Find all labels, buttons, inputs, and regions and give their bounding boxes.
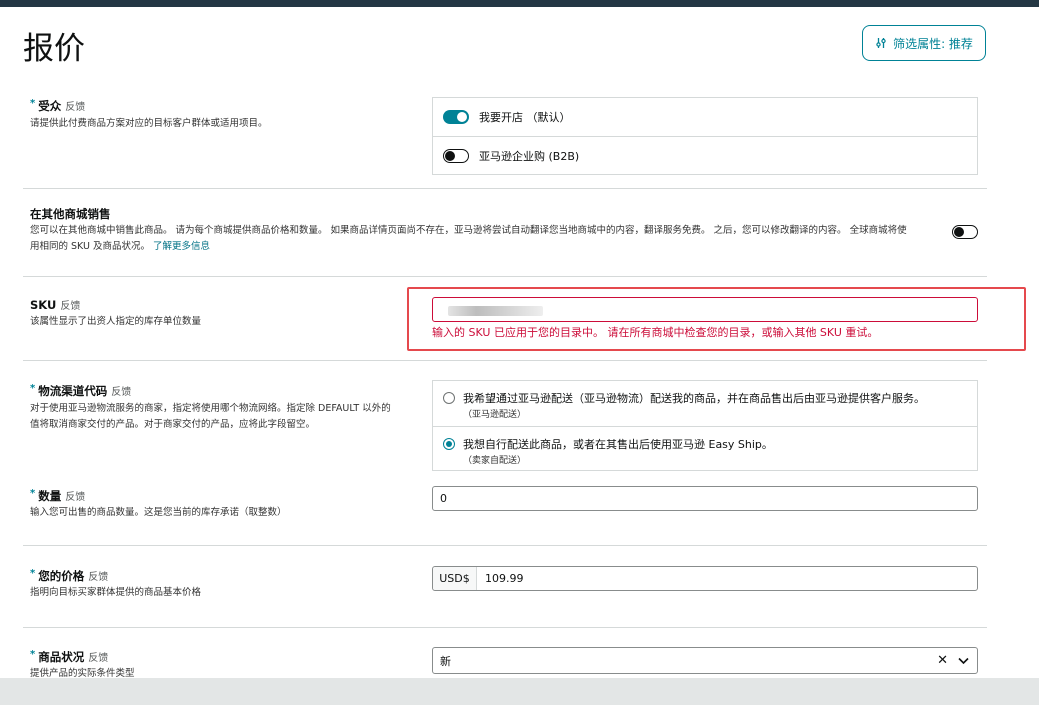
section-divider — [23, 627, 987, 628]
audience-option-label: 我要开店 （默认） — [479, 111, 571, 124]
quantity-input[interactable]: 0 — [432, 486, 978, 511]
filter-attributes-label: 筛选属性: 推荐 — [893, 36, 973, 51]
currency-prefix: USD$ — [433, 567, 477, 590]
section-divider — [23, 276, 987, 277]
audience-option-b2b[interactable]: 亚马逊企业购 (B2B) — [433, 137, 977, 175]
sku-label: SKU 反馈 — [30, 298, 81, 312]
other-stores-description: 您可以在其他商城中销售此商品。 请为每个商城提供商品价格和数量。 如果商品详情页… — [30, 225, 907, 252]
section-divider — [23, 360, 987, 361]
condition-label: * 商品状况 反馈 — [30, 649, 109, 664]
sku-description: 该属性显示了出资人指定的库存单位数量 — [30, 316, 202, 327]
section-divider — [23, 545, 987, 546]
quantity-feedback-link[interactable]: 反馈 — [65, 492, 85, 503]
fulfillment-description: 对于使用亚马逊物流服务的商家，指定将使用哪个物流网络。指定除 DEFAULT 以… — [30, 403, 391, 430]
audience-feedback-link[interactable]: 反馈 — [65, 102, 85, 113]
clear-icon[interactable]: ✕ — [937, 653, 948, 668]
condition-value: 新 — [440, 654, 451, 668]
audience-options-box: 我要开店 （默认） 亚马逊企业购 (B2B) — [432, 97, 978, 175]
fulfillment-options-box: 我希望通过亚马逊配送（亚马逊物流）配送我的商品，并在商品售出后由亚马逊提供客户服… — [432, 380, 978, 471]
chevron-down-icon[interactable] — [958, 657, 969, 665]
fulfillment-option-label: 我希望通过亚马逊配送（亚马逊物流）配送我的商品，并在商品售出后由亚马逊提供客户服… — [463, 392, 925, 405]
price-input[interactable]: USD$ 109.99 — [432, 566, 978, 591]
fulfillment-option-label: 我想自行配送此商品，或者在其售出后使用亚马逊 Easy Ship。 — [463, 438, 773, 451]
fulfillment-feedback-link[interactable]: 反馈 — [111, 387, 131, 398]
required-marker: * — [30, 649, 36, 660]
highlight-frame — [407, 287, 1026, 351]
fulfillment-option-sub: （亚马逊配送） — [463, 410, 527, 420]
quantity-label: * 数量 反馈 — [30, 488, 86, 503]
price-value: 109.99 — [485, 572, 524, 585]
bottom-bar — [0, 678, 1039, 705]
fulfillment-label: * 物流渠道代码 反馈 — [30, 383, 132, 398]
learn-more-link[interactable]: 了解更多信息 — [153, 241, 210, 252]
quantity-value: 0 — [440, 492, 447, 505]
condition-select[interactable]: 新 ✕ — [432, 647, 978, 674]
required-marker: * — [30, 383, 36, 394]
audience-label: * 受众 反馈 — [30, 98, 86, 113]
condition-feedback-link[interactable]: 反馈 — [88, 653, 108, 664]
quantity-description: 输入您可出售的商品数量。这是您当前的库存承诺（取整数） — [30, 507, 287, 518]
merchant-radio[interactable] — [443, 438, 455, 450]
price-label: * 您的价格 反馈 — [30, 568, 109, 583]
other-stores-label: 在其他商城销售 — [30, 207, 111, 221]
fulfillment-option-sub: （卖家自配送） — [463, 456, 527, 466]
sliders-icon — [876, 38, 886, 48]
top-border — [0, 0, 1039, 7]
required-marker: * — [30, 98, 36, 109]
filter-attributes-button[interactable]: 筛选属性: 推荐 — [862, 25, 986, 61]
fulfillment-option-fba[interactable]: 我希望通过亚马逊配送（亚马逊物流）配送我的商品，并在商品售出后由亚马逊提供客户服… — [433, 381, 977, 426]
section-divider — [23, 188, 987, 189]
global-stores-toggle[interactable] — [952, 225, 978, 239]
price-description: 指明向目标买家群体提供的商品基本价格 — [30, 587, 202, 598]
audience-option-store[interactable]: 我要开店 （默认） — [433, 98, 977, 136]
audience-option-label: 亚马逊企业购 (B2B) — [479, 150, 580, 163]
store-toggle[interactable] — [443, 110, 469, 124]
offer-form-page: 报价 筛选属性: 推荐 * 受众 反馈 请提供此付费商品方案对应的目标客户群体或适用… — [10, 7, 1039, 679]
fba-radio[interactable] — [443, 392, 455, 404]
fulfillment-option-merchant[interactable]: 我想自行配送此商品，或者在其售出后使用亚马逊 Easy Ship。 （卖家自配送… — [433, 427, 977, 472]
page-title: 报价 — [23, 31, 85, 67]
audience-description: 请提供此付费商品方案对应的目标客户群体或适用项目。 — [30, 118, 268, 129]
b2b-toggle[interactable] — [443, 149, 469, 163]
required-marker: * — [30, 568, 36, 579]
sku-feedback-link[interactable]: 反馈 — [60, 301, 80, 312]
price-feedback-link[interactable]: 反馈 — [88, 572, 108, 583]
required-marker: * — [30, 488, 36, 499]
